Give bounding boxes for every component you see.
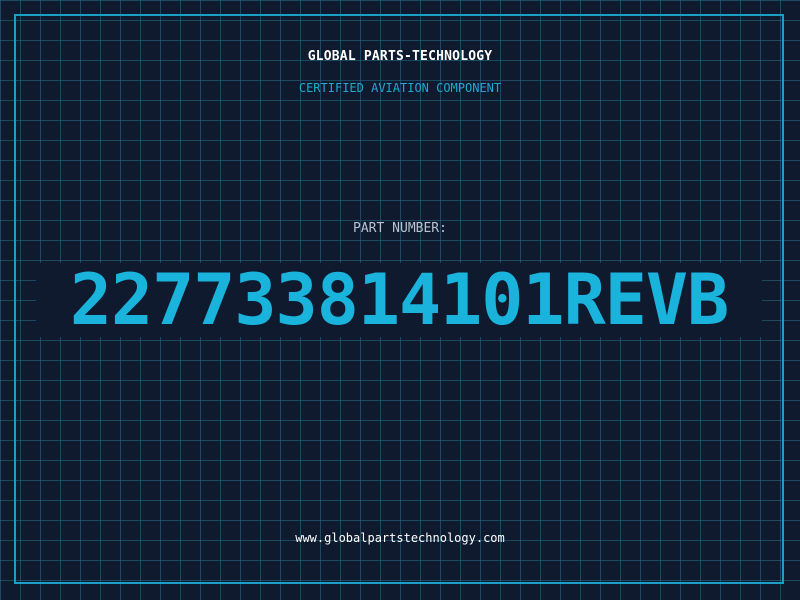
company-name: GLOBAL PARTS-TECHNOLOGY <box>307 49 493 64</box>
part-number-panel: 227733814101REVB <box>36 263 762 337</box>
part-number-label: PART NUMBER: <box>353 221 447 236</box>
certification-subtitle: CERTIFIED AVIATION COMPONENT <box>298 81 502 95</box>
part-number-value: 227733814101REVB <box>69 259 729 341</box>
label-plate: GLOBAL PARTS-TECHNOLOGY CERTIFIED AVIATI… <box>0 0 800 600</box>
website-url: www.globalpartstechnology.com <box>295 531 505 545</box>
